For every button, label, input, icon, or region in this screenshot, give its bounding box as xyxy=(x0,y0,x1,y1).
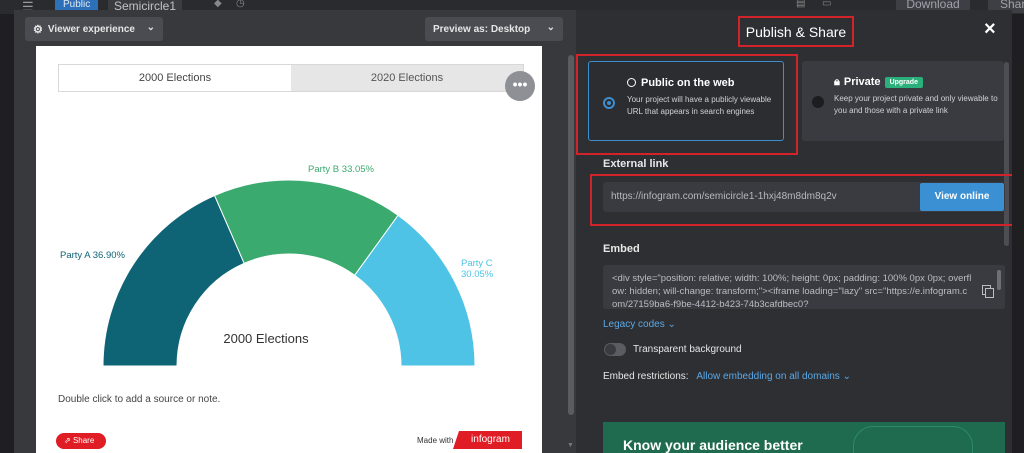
more-options-button[interactable]: ••• xyxy=(505,71,535,101)
preview-as-label: Preview as: Desktop xyxy=(433,23,531,35)
made-with-label: Made with xyxy=(417,436,454,445)
promo-banner[interactable]: Know your audience better xyxy=(603,422,1005,453)
promo-title: Know your audience better xyxy=(623,437,803,453)
chevron-down-icon: ⌄ xyxy=(842,371,851,382)
slice-label-party-c-name: Party C xyxy=(461,258,493,269)
private-option-description: Keep your project private and only viewa… xyxy=(834,94,998,115)
upgrade-badge[interactable]: Upgrade xyxy=(884,77,923,88)
slice-label-party-b: Party B 33.05% xyxy=(308,164,375,175)
public-option-description: Your project will have a publicly viewab… xyxy=(627,95,772,116)
dialog-title: Publish & Share xyxy=(738,16,854,47)
transparent-background-toggle[interactable] xyxy=(604,343,626,356)
history-icon[interactable]: ◷ xyxy=(236,0,248,10)
embed-heading: Embed xyxy=(603,243,640,255)
embed-restrictions-row: Embed restrictions: Allow embedding on a… xyxy=(603,371,851,382)
chart-share-button[interactable]: ⇗ Share xyxy=(56,433,106,449)
viewer-experience-dropdown[interactable]: ⚙ Viewer experience ⌄ xyxy=(25,17,163,41)
chevron-down-icon: ⌄ xyxy=(667,319,676,330)
public-radio[interactable] xyxy=(603,97,615,109)
private-radio[interactable] xyxy=(812,96,824,108)
promo-decoration xyxy=(853,426,973,453)
private-option[interactable]: 🔒︎ Private Upgrade Keep your project priva… xyxy=(802,61,1004,141)
copy-icon[interactable] xyxy=(982,285,994,298)
external-link-heading: External link xyxy=(603,158,669,170)
share-icon: ⇗ xyxy=(64,436,73,445)
slice-label-party-a: Party A 36.90% xyxy=(60,250,126,261)
infogram-logo[interactable]: infogram xyxy=(453,431,522,449)
source-note[interactable]: Double click to add a source or note. xyxy=(58,394,220,405)
comments-icon[interactable]: ▭ xyxy=(822,0,834,10)
preview-as-dropdown[interactable]: Preview as: Desktop ⌄ xyxy=(425,17,563,41)
publish-modal: ⚙ Viewer experience ⌄ Preview as: Deskto… xyxy=(14,10,1012,453)
preview-scrollbar[interactable] xyxy=(568,55,574,415)
semicircle-chart: 2000 Elections Party A 36.90% Party B 33… xyxy=(60,164,494,367)
public-option-title: Public on the web xyxy=(641,77,735,89)
viewer-experience-label: Viewer experience xyxy=(47,23,135,35)
private-option-title: Private xyxy=(843,76,881,88)
globe-icon xyxy=(627,78,636,87)
embed-code-field[interactable]: <div style="position: relative; width: 1… xyxy=(603,265,1005,309)
external-link-field[interactable]: https://infogram.com/semicircle1-1hxj48m… xyxy=(603,182,1005,212)
preview-panel: ⚙ Viewer experience ⌄ Preview as: Deskto… xyxy=(14,10,576,453)
lock-icon: 🔒︎ xyxy=(834,76,840,88)
embed-restrictions-dropdown[interactable]: Allow embedding on all domains ⌄ xyxy=(696,371,851,382)
embed-scrollbar[interactable] xyxy=(997,270,1001,290)
chart-preview-canvas: 2000 Elections 2020 Elections 2000 Elect… xyxy=(36,46,542,453)
center-label: 2000 Elections xyxy=(223,331,309,346)
scroll-down-arrow-icon[interactable]: ▼ xyxy=(567,442,574,449)
tag-icon[interactable]: ◆ xyxy=(214,0,226,10)
chevron-down-icon: ⌄ xyxy=(146,22,155,33)
external-link-url[interactable]: https://infogram.com/semicircle1-1hxj48m… xyxy=(611,191,837,202)
close-icon[interactable]: × xyxy=(984,18,996,41)
transparent-background-label: Transparent background xyxy=(633,344,742,355)
chevron-down-icon: ⌄ xyxy=(546,22,555,33)
embed-code-text[interactable]: <div style="position: relative; width: 1… xyxy=(612,272,972,309)
embed-restrictions-label: Embed restrictions: xyxy=(603,371,689,382)
gear-icon: ⚙ xyxy=(33,23,43,36)
public-on-web-option[interactable]: Public on the web Your project will have… xyxy=(588,61,784,141)
slice-label-party-c-value: 30.05% xyxy=(461,269,494,280)
legacy-codes-link[interactable]: Legacy codes ⌄ xyxy=(603,319,676,330)
publish-settings-panel: Publish & Share × Public on the web Your… xyxy=(576,10,1012,453)
notes-icon[interactable]: ▤ xyxy=(796,0,808,10)
view-online-button[interactable]: View online xyxy=(920,183,1004,211)
